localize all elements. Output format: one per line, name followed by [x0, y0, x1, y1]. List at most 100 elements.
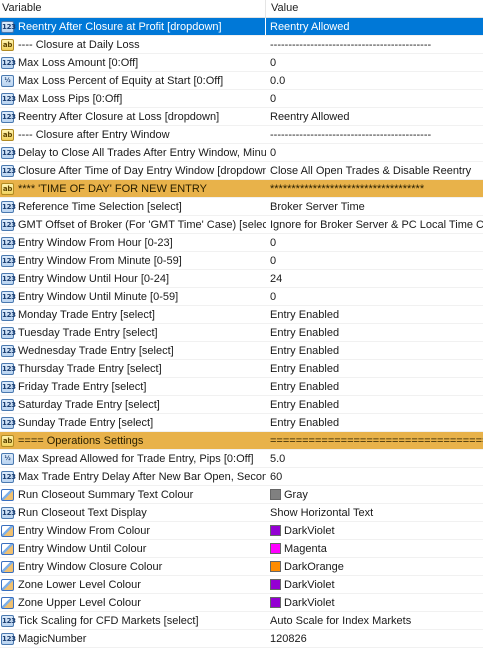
variable-cell[interactable]: 123 MagicNumber — [0, 630, 266, 647]
table-row[interactable]: 123 Max Loss Pips [0:Off] 0 — [0, 90, 483, 108]
table-row[interactable]: ab ---- Closure after Entry Window -------… — [0, 126, 483, 144]
value-cell[interactable]: Show Horizontal Text — [266, 504, 483, 521]
value-cell[interactable]: Close All Open Trades & Disable Reentry — [266, 162, 483, 179]
table-row[interactable]: ab ==== Operations Settings ==============… — [0, 432, 483, 450]
variable-cell[interactable]: 123 Reference Time Selection [select] — [0, 198, 266, 215]
variable-cell[interactable]: Entry Window Until Colour — [0, 540, 266, 557]
variable-cell[interactable]: Entry Window From Colour — [0, 522, 266, 539]
table-row[interactable]: 123 Entry Window Until Hour [0-24] 24 — [0, 270, 483, 288]
variable-cell[interactable]: ab ---- Closure at Daily Loss — [0, 36, 266, 53]
table-row[interactable]: 123 Tuesday Trade Entry [select] Entry Ena… — [0, 324, 483, 342]
variable-cell[interactable]: 123 GMT Offset of Broker (For 'GMT Time' … — [0, 216, 266, 233]
table-row[interactable]: 123 Monday Trade Entry [select] Entry Enab… — [0, 306, 483, 324]
table-row[interactable]: 123 Reference Time Selection [select] Brok… — [0, 198, 483, 216]
value-cell[interactable]: Entry Enabled — [266, 396, 483, 413]
value-cell[interactable]: Ignore for Broker Server & PC Local Time… — [266, 216, 483, 233]
table-row[interactable]: 123 Saturday Trade Entry [select] Entry En… — [0, 396, 483, 414]
value-cell[interactable]: Entry Enabled — [266, 360, 483, 377]
table-row[interactable]: 123 Entry Window From Minute [0-59] 0 — [0, 252, 483, 270]
variable-cell[interactable]: ½ Max Loss Percent of Equity at Start [0:… — [0, 72, 266, 89]
variable-cell[interactable]: 123 Max Trade Entry Delay After New Bar O… — [0, 468, 266, 485]
variable-cell[interactable]: ab **** 'TIME OF DAY' FOR NEW ENTRY — [0, 180, 266, 197]
value-cell[interactable]: 0 — [266, 144, 483, 161]
variable-cell[interactable]: ½ Max Spread Allowed for Trade Entry, Pip… — [0, 450, 266, 467]
value-cell[interactable]: 0 — [266, 90, 483, 107]
table-row[interactable]: 123 Friday Trade Entry [select] Entry Enab… — [0, 378, 483, 396]
table-row[interactable]: 123 Sunday Trade Entry [select] Entry Enab… — [0, 414, 483, 432]
variable-cell[interactable]: 123 Wednesday Trade Entry [select] — [0, 342, 266, 359]
variable-cell[interactable]: 123 Saturday Trade Entry [select] — [0, 396, 266, 413]
table-row[interactable]: Run Closeout Summary Text Colour Gray — [0, 486, 483, 504]
value-cell[interactable]: Entry Enabled — [266, 414, 483, 431]
value-cell[interactable]: Auto Scale for Index Markets — [266, 612, 483, 629]
table-row[interactable]: 123 Reentry After Closure at Loss [dropdo… — [0, 108, 483, 126]
table-row[interactable]: Entry Window Until Colour Magenta — [0, 540, 483, 558]
value-cell[interactable]: 0 — [266, 234, 483, 251]
variable-cell[interactable]: 123 Max Loss Pips [0:Off] — [0, 90, 266, 107]
value-cell[interactable]: Reentry Allowed — [266, 108, 483, 125]
value-cell[interactable]: 5.0 — [266, 450, 483, 467]
value-cell[interactable]: 60 — [266, 468, 483, 485]
variable-cell[interactable]: 123 Closure After Time of Day Entry Windo… — [0, 162, 266, 179]
variable-cell[interactable]: 123 Tuesday Trade Entry [select] — [0, 324, 266, 341]
value-cell[interactable]: Entry Enabled — [266, 324, 483, 341]
value-cell[interactable]: 24 — [266, 270, 483, 287]
variable-cell[interactable]: 123 Friday Trade Entry [select] — [0, 378, 266, 395]
table-row[interactable]: ½ Max Loss Percent of Equity at Start [0:… — [0, 72, 483, 90]
table-row[interactable]: 123 Run Closeout Text Display Show Horizon… — [0, 504, 483, 522]
table-row[interactable]: 123 Entry Window From Hour [0-23] 0 — [0, 234, 483, 252]
table-row[interactable]: Entry Window Closure Colour DarkOrange — [0, 558, 483, 576]
value-cell[interactable]: ************************************ — [266, 180, 483, 197]
value-cell[interactable]: Reentry Allowed — [266, 18, 483, 35]
value-cell[interactable]: DarkOrange — [266, 558, 483, 575]
value-cell[interactable]: Gray — [266, 486, 483, 503]
variable-cell[interactable]: Run Closeout Summary Text Colour — [0, 486, 266, 503]
variable-cell[interactable]: 123 Entry Window Until Minute [0-59] — [0, 288, 266, 305]
table-row[interactable]: 123 Closure After Time of Day Entry Windo… — [0, 162, 483, 180]
variable-cell[interactable]: 123 Delay to Close All Trades After Entry… — [0, 144, 266, 161]
value-cell[interactable]: Entry Enabled — [266, 306, 483, 323]
value-cell[interactable]: DarkViolet — [266, 522, 483, 539]
variable-cell[interactable]: 123 Monday Trade Entry [select] — [0, 306, 266, 323]
table-row[interactable]: 123 Wednesday Trade Entry [select] Entry E… — [0, 342, 483, 360]
value-cell[interactable]: ====================================== — [266, 432, 483, 449]
table-row[interactable]: ab ---- Closure at Daily Loss ------------… — [0, 36, 483, 54]
column-header-value[interactable]: Value — [266, 0, 483, 17]
variable-cell[interactable]: Zone Upper Level Colour — [0, 594, 266, 611]
variable-cell[interactable]: 123 Run Closeout Text Display — [0, 504, 266, 521]
table-row[interactable]: Entry Window From Colour DarkViolet — [0, 522, 483, 540]
table-row[interactable]: 123 Entry Window Until Minute [0-59] 0 — [0, 288, 483, 306]
table-row[interactable]: Zone Upper Level Colour DarkViolet — [0, 594, 483, 612]
table-row[interactable]: 123 Max Loss Amount [0:Off] 0 — [0, 54, 483, 72]
table-row[interactable]: 123 Delay to Close All Trades After Entry… — [0, 144, 483, 162]
value-cell[interactable]: 0 — [266, 252, 483, 269]
variable-cell[interactable]: 123 Entry Window Until Hour [0-24] — [0, 270, 266, 287]
variable-cell[interactable]: ab ==== Operations Settings — [0, 432, 266, 449]
value-cell[interactable]: Broker Server Time — [266, 198, 483, 215]
variable-cell[interactable]: 123 Sunday Trade Entry [select] — [0, 414, 266, 431]
table-row[interactable]: ab **** 'TIME OF DAY' FOR NEW ENTRY ******… — [0, 180, 483, 198]
value-cell[interactable]: DarkViolet — [266, 576, 483, 593]
variable-cell[interactable]: 123 Entry Window From Minute [0-59] — [0, 252, 266, 269]
variable-cell[interactable]: ab ---- Closure after Entry Window — [0, 126, 266, 143]
table-row[interactable]: 123 Max Trade Entry Delay After New Bar O… — [0, 468, 483, 486]
value-cell[interactable]: 120826 — [266, 630, 483, 647]
variable-cell[interactable]: 123 Reentry After Closure at Profit [drop… — [0, 18, 266, 35]
table-row[interactable]: 123 GMT Offset of Broker (For 'GMT Time' … — [0, 216, 483, 234]
value-cell[interactable]: 0.0 — [266, 72, 483, 89]
value-cell[interactable]: ----------------------------------------… — [266, 126, 483, 143]
variable-cell[interactable]: 123 Reentry After Closure at Loss [dropdo… — [0, 108, 266, 125]
value-cell[interactable]: Entry Enabled — [266, 342, 483, 359]
table-row[interactable]: Zone Lower Level Colour DarkViolet — [0, 576, 483, 594]
table-row[interactable]: 123 MagicNumber 120826 — [0, 630, 483, 648]
variable-cell[interactable]: 123 Entry Window From Hour [0-23] — [0, 234, 266, 251]
column-header-variable[interactable]: Variable — [0, 0, 266, 17]
table-row[interactable]: 123 Reentry After Closure at Profit [drop… — [0, 18, 483, 36]
table-row[interactable]: ½ Max Spread Allowed for Trade Entry, Pip… — [0, 450, 483, 468]
variable-cell[interactable]: 123 Tick Scaling for CFD Markets [select] — [0, 612, 266, 629]
value-cell[interactable]: Entry Enabled — [266, 378, 483, 395]
value-cell[interactable]: 0 — [266, 288, 483, 305]
variable-cell[interactable]: 123 Max Loss Amount [0:Off] — [0, 54, 266, 71]
table-row[interactable]: 123 Thursday Trade Entry [select] Entry En… — [0, 360, 483, 378]
variable-cell[interactable]: 123 Thursday Trade Entry [select] — [0, 360, 266, 377]
